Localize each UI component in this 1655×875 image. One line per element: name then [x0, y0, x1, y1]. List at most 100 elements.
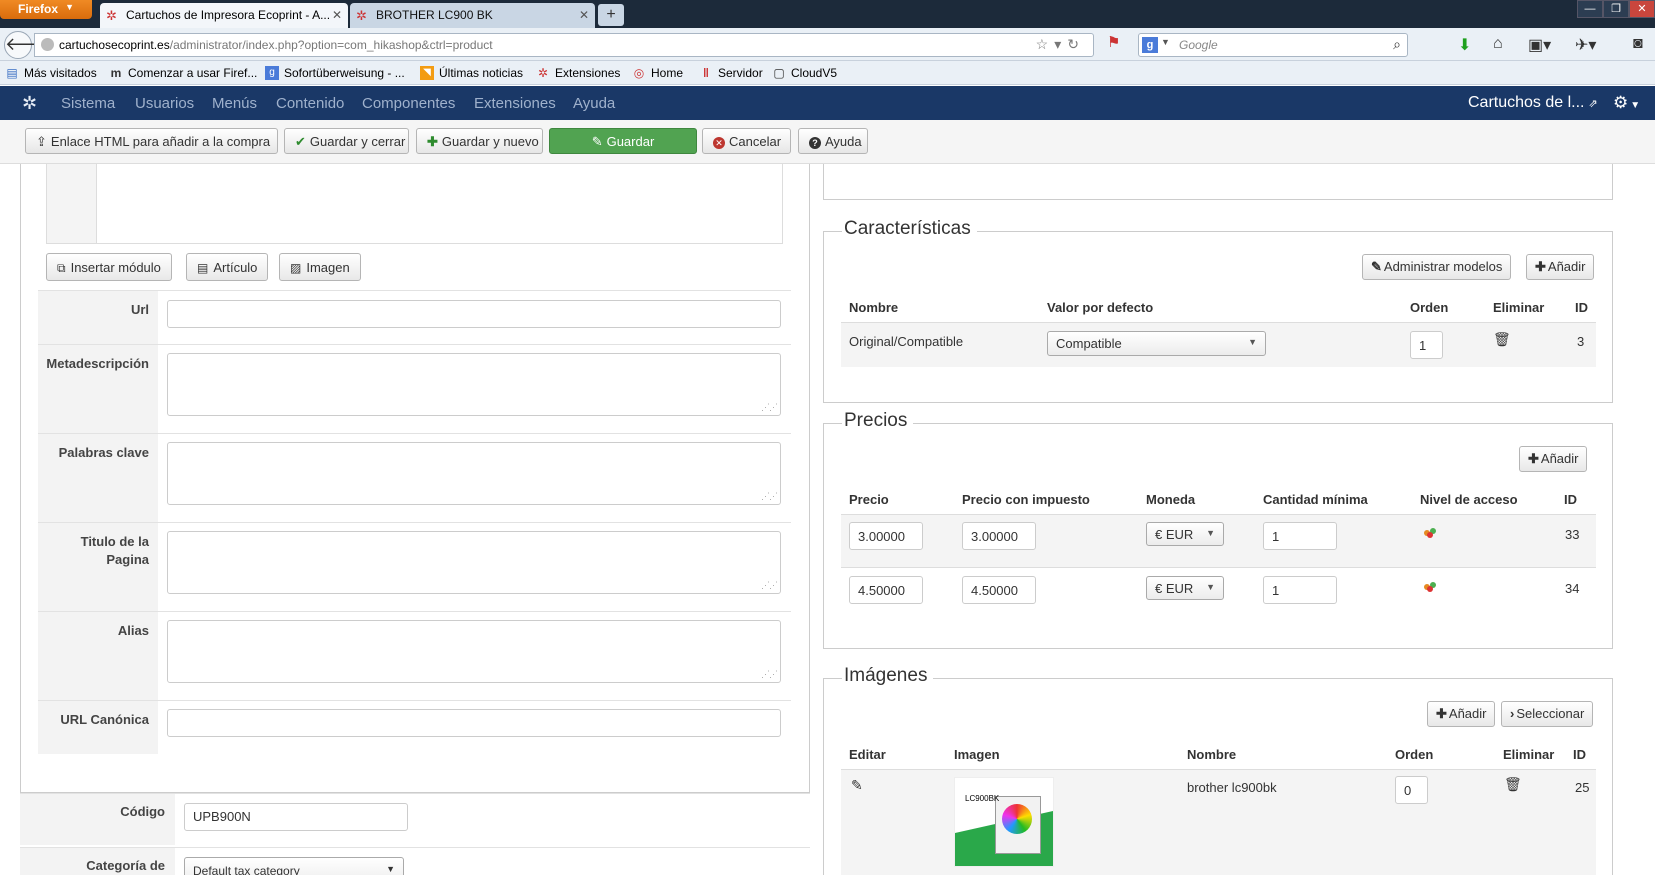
browser-tab-inactive[interactable]: ✲ BROTHER LC900 BK ✕	[350, 3, 595, 28]
close-icon[interactable]: ✕	[579, 8, 589, 22]
order-input[interactable]: 1	[1410, 331, 1443, 359]
pencil-icon[interactable]: ✎	[851, 777, 863, 794]
canonical-url-input[interactable]	[167, 709, 781, 737]
divider	[841, 567, 1596, 568]
html-link-button[interactable]: ⇪ Enlace HTML para añadir a la compra	[25, 128, 278, 154]
url-label: Url	[38, 291, 158, 344]
site-link[interactable]: Cartuchos de l... ⇗	[1468, 94, 1598, 112]
meta-description-textarea[interactable]: ⋰⋰	[167, 353, 781, 416]
restore-window-button[interactable]: ❐	[1603, 0, 1629, 18]
resize-grip-icon[interactable]: ⋰⋰	[761, 491, 778, 502]
help-button[interactable]: ? Ayuda	[798, 128, 868, 154]
min-qty-input[interactable]: 1	[1263, 576, 1337, 604]
resize-grip-icon[interactable]: ⋰⋰	[761, 402, 778, 413]
new-tab-button[interactable]: +	[598, 4, 624, 26]
joomla-icon: ✲	[537, 66, 549, 80]
select-image-button[interactable]: › Seleccionar	[1501, 701, 1594, 727]
bookmark-news[interactable]: ◥ Últimas noticias	[420, 66, 523, 80]
menu-menus[interactable]: Menús	[212, 95, 257, 112]
page-title-textarea[interactable]: ⋰⋰	[167, 531, 781, 594]
menu-sistema[interactable]: Sistema	[61, 95, 115, 112]
browser-tab-bar: Firefox ▼ ✲ Cartuchos de Impresora Ecopr…	[0, 0, 1655, 28]
addon-icon[interactable]: ✈▾	[1575, 35, 1596, 55]
search-bar[interactable]: g ▼ Google ⌕	[1138, 33, 1408, 57]
bookmarks-bar: ▤ Más visitados m Comenzar a usar Firef...…	[0, 61, 1655, 85]
save-new-button[interactable]: ✚ Guardar y nuevo	[416, 128, 543, 154]
default-value-select[interactable]: Compatible ▼	[1047, 331, 1266, 356]
address-bar[interactable]: cartuchosecoprint.es/administrator/index…	[34, 33, 1094, 57]
access-level-icon[interactable]	[1424, 528, 1437, 538]
cancel-button[interactable]: ✕ Cancelar	[702, 128, 791, 154]
menu-componentes[interactable]: Componentes	[362, 95, 455, 112]
url-input[interactable]	[167, 300, 781, 328]
manage-models-button[interactable]: ✎ Administrar modelos	[1362, 254, 1512, 280]
menu-usuarios[interactable]: Usuarios	[135, 95, 194, 112]
insert-module-button[interactable]: ⧉ Insertar módulo	[46, 253, 172, 281]
product-thumbnail[interactable]: LC900BK	[954, 777, 1054, 867]
settings-menu[interactable]: ⚙ ▼	[1613, 93, 1640, 113]
bookmark-sofort[interactable]: g Sofortüberweisung - ...	[265, 66, 405, 80]
price-input[interactable]: 3.00000	[849, 522, 923, 550]
firefox-menu-button[interactable]: Firefox ▼	[0, 0, 92, 19]
joomla-favicon-icon: ✲	[106, 8, 117, 23]
bookmark-getting-started[interactable]: m Comenzar a usar Firef...	[109, 66, 258, 80]
code-input[interactable]: UPB900N	[184, 803, 408, 831]
description-editor[interactable]	[46, 164, 783, 244]
add-price-button[interactable]: ✚ Añadir	[1519, 446, 1588, 472]
tax-category-select[interactable]: Default tax category ▼	[184, 857, 404, 875]
bookmark-label: Más visitados	[24, 66, 97, 80]
min-qty-input[interactable]: 1	[1263, 522, 1337, 550]
currency-select[interactable]: € EUR ▼	[1146, 576, 1224, 600]
add-image-button[interactable]: ✚ Añadir	[1427, 701, 1496, 727]
chevron-down-icon[interactable]: ▼	[1161, 37, 1170, 47]
bookmark-star-icon[interactable]: ☆	[1036, 36, 1055, 52]
home-icon[interactable]: ⌂	[1493, 35, 1503, 53]
chevron-down-icon[interactable]: ▾	[1054, 36, 1067, 52]
bookmark-cloudv5[interactable]: ▢ CloudV5	[772, 66, 837, 80]
save-close-button[interactable]: ✔ Guardar y cerrar	[284, 128, 409, 154]
minimize-window-button[interactable]: —	[1577, 0, 1603, 18]
back-button[interactable]: 🡐	[4, 31, 53, 59]
user-icon[interactable]: ⚑	[1107, 33, 1120, 51]
price-tax-input[interactable]: 4.50000	[962, 576, 1036, 604]
article-button[interactable]: ▤ Artículo	[186, 253, 269, 281]
alias-row: Alias ⋰⋰	[38, 611, 791, 700]
image-order-input[interactable]: 0	[1395, 776, 1428, 804]
bookmark-most-visited[interactable]: ▤ Más visitados	[5, 66, 97, 80]
screenshot-icon[interactable]: ◙	[1633, 35, 1643, 53]
trash-icon[interactable]: 🗑	[1493, 331, 1511, 348]
search-icon[interactable]: ⌕	[1393, 36, 1401, 53]
joomla-logo-icon[interactable]: ✲	[22, 93, 37, 114]
price-tax-input[interactable]: 3.00000	[962, 522, 1036, 550]
trash-icon[interactable]: 🗑	[1504, 776, 1522, 793]
chevron-down-icon: ▼	[1248, 337, 1257, 347]
bookmarks-menu-icon[interactable]: ▣▾	[1528, 35, 1551, 55]
reload-icon[interactable]: ↻	[1067, 36, 1085, 52]
access-level-icon[interactable]	[1424, 582, 1437, 592]
image-label: Imagen	[306, 260, 350, 275]
close-window-button[interactable]: ✕	[1629, 0, 1655, 18]
menu-extensiones[interactable]: Extensiones	[474, 95, 556, 112]
browser-tab-active[interactable]: ✲ Cartuchos de Impresora Ecoprint - A...…	[100, 3, 348, 28]
resize-grip-icon[interactable]: ⋰⋰	[761, 580, 778, 591]
image-button[interactable]: ▨ Imagen	[279, 253, 361, 281]
characteristics-legend: Características	[842, 218, 977, 240]
bookmark-extensions[interactable]: ✲ Extensiones	[536, 66, 620, 80]
download-icon[interactable]: ⬇	[1458, 35, 1471, 55]
characteristics-fieldset: Características ✎ Administrar modelos ✚ Añ…	[823, 218, 1613, 403]
currency-select[interactable]: € EUR ▼	[1146, 522, 1224, 546]
add-characteristic-button[interactable]: ✚ Añadir	[1526, 254, 1595, 280]
chevron-down-icon: ▼	[386, 864, 395, 874]
keywords-textarea[interactable]: ⋰⋰	[167, 442, 781, 505]
save-button[interactable]: ✎ Guardar	[549, 128, 697, 154]
menu-contenido[interactable]: Contenido	[276, 95, 344, 112]
meta-description-row: Metadescripción ⋰⋰	[38, 344, 791, 433]
resize-grip-icon[interactable]: ⋰⋰	[761, 669, 778, 680]
alias-textarea[interactable]: ⋰⋰	[167, 620, 781, 683]
bookmark-home[interactable]: ◎ Home	[632, 66, 683, 80]
server-icon: ‖	[703, 66, 709, 80]
bookmark-server[interactable]: ‖ Servidor	[699, 66, 763, 80]
menu-ayuda[interactable]: Ayuda	[573, 95, 615, 112]
close-icon[interactable]: ✕	[332, 8, 342, 22]
price-input[interactable]: 4.50000	[849, 576, 923, 604]
